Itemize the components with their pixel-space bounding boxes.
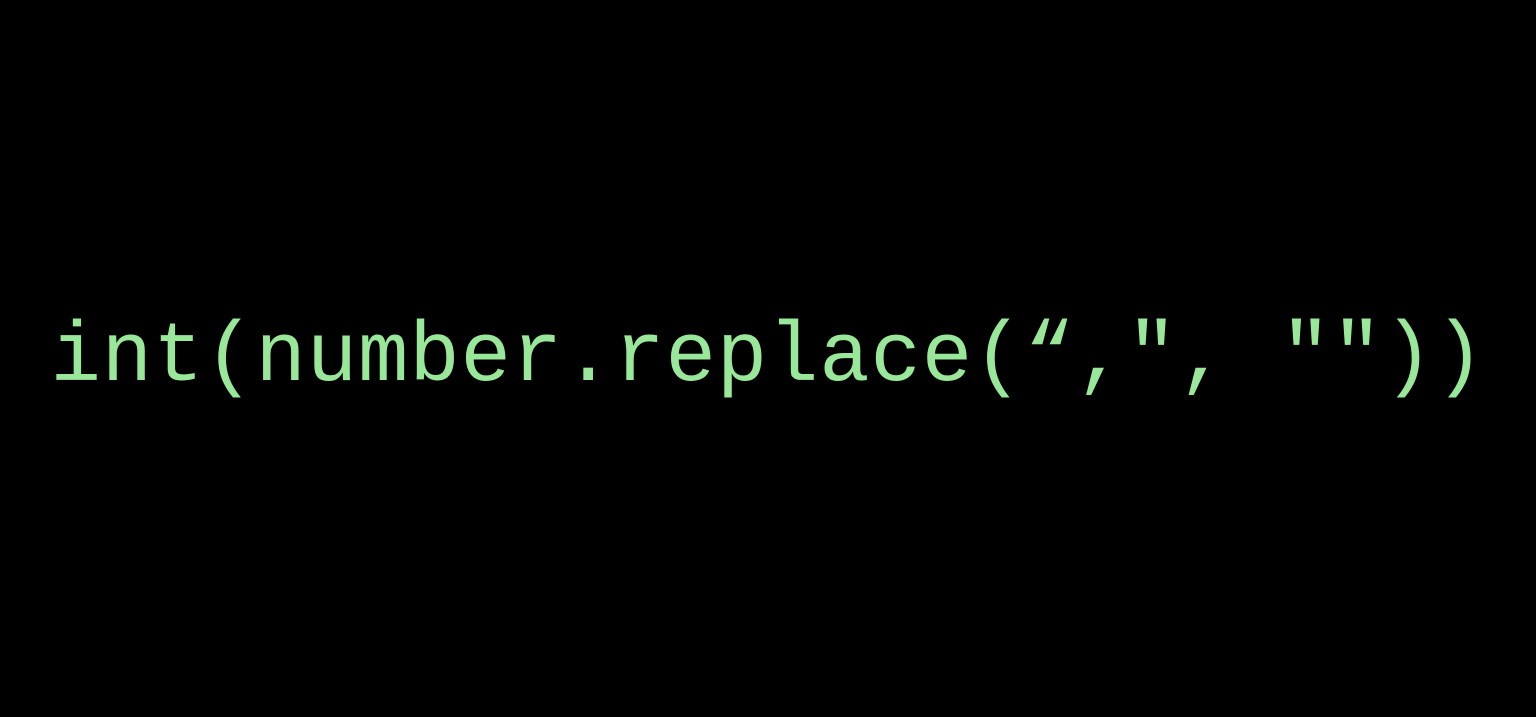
code-snippet: int(number.replace(“,", "")) [51,311,1486,406]
